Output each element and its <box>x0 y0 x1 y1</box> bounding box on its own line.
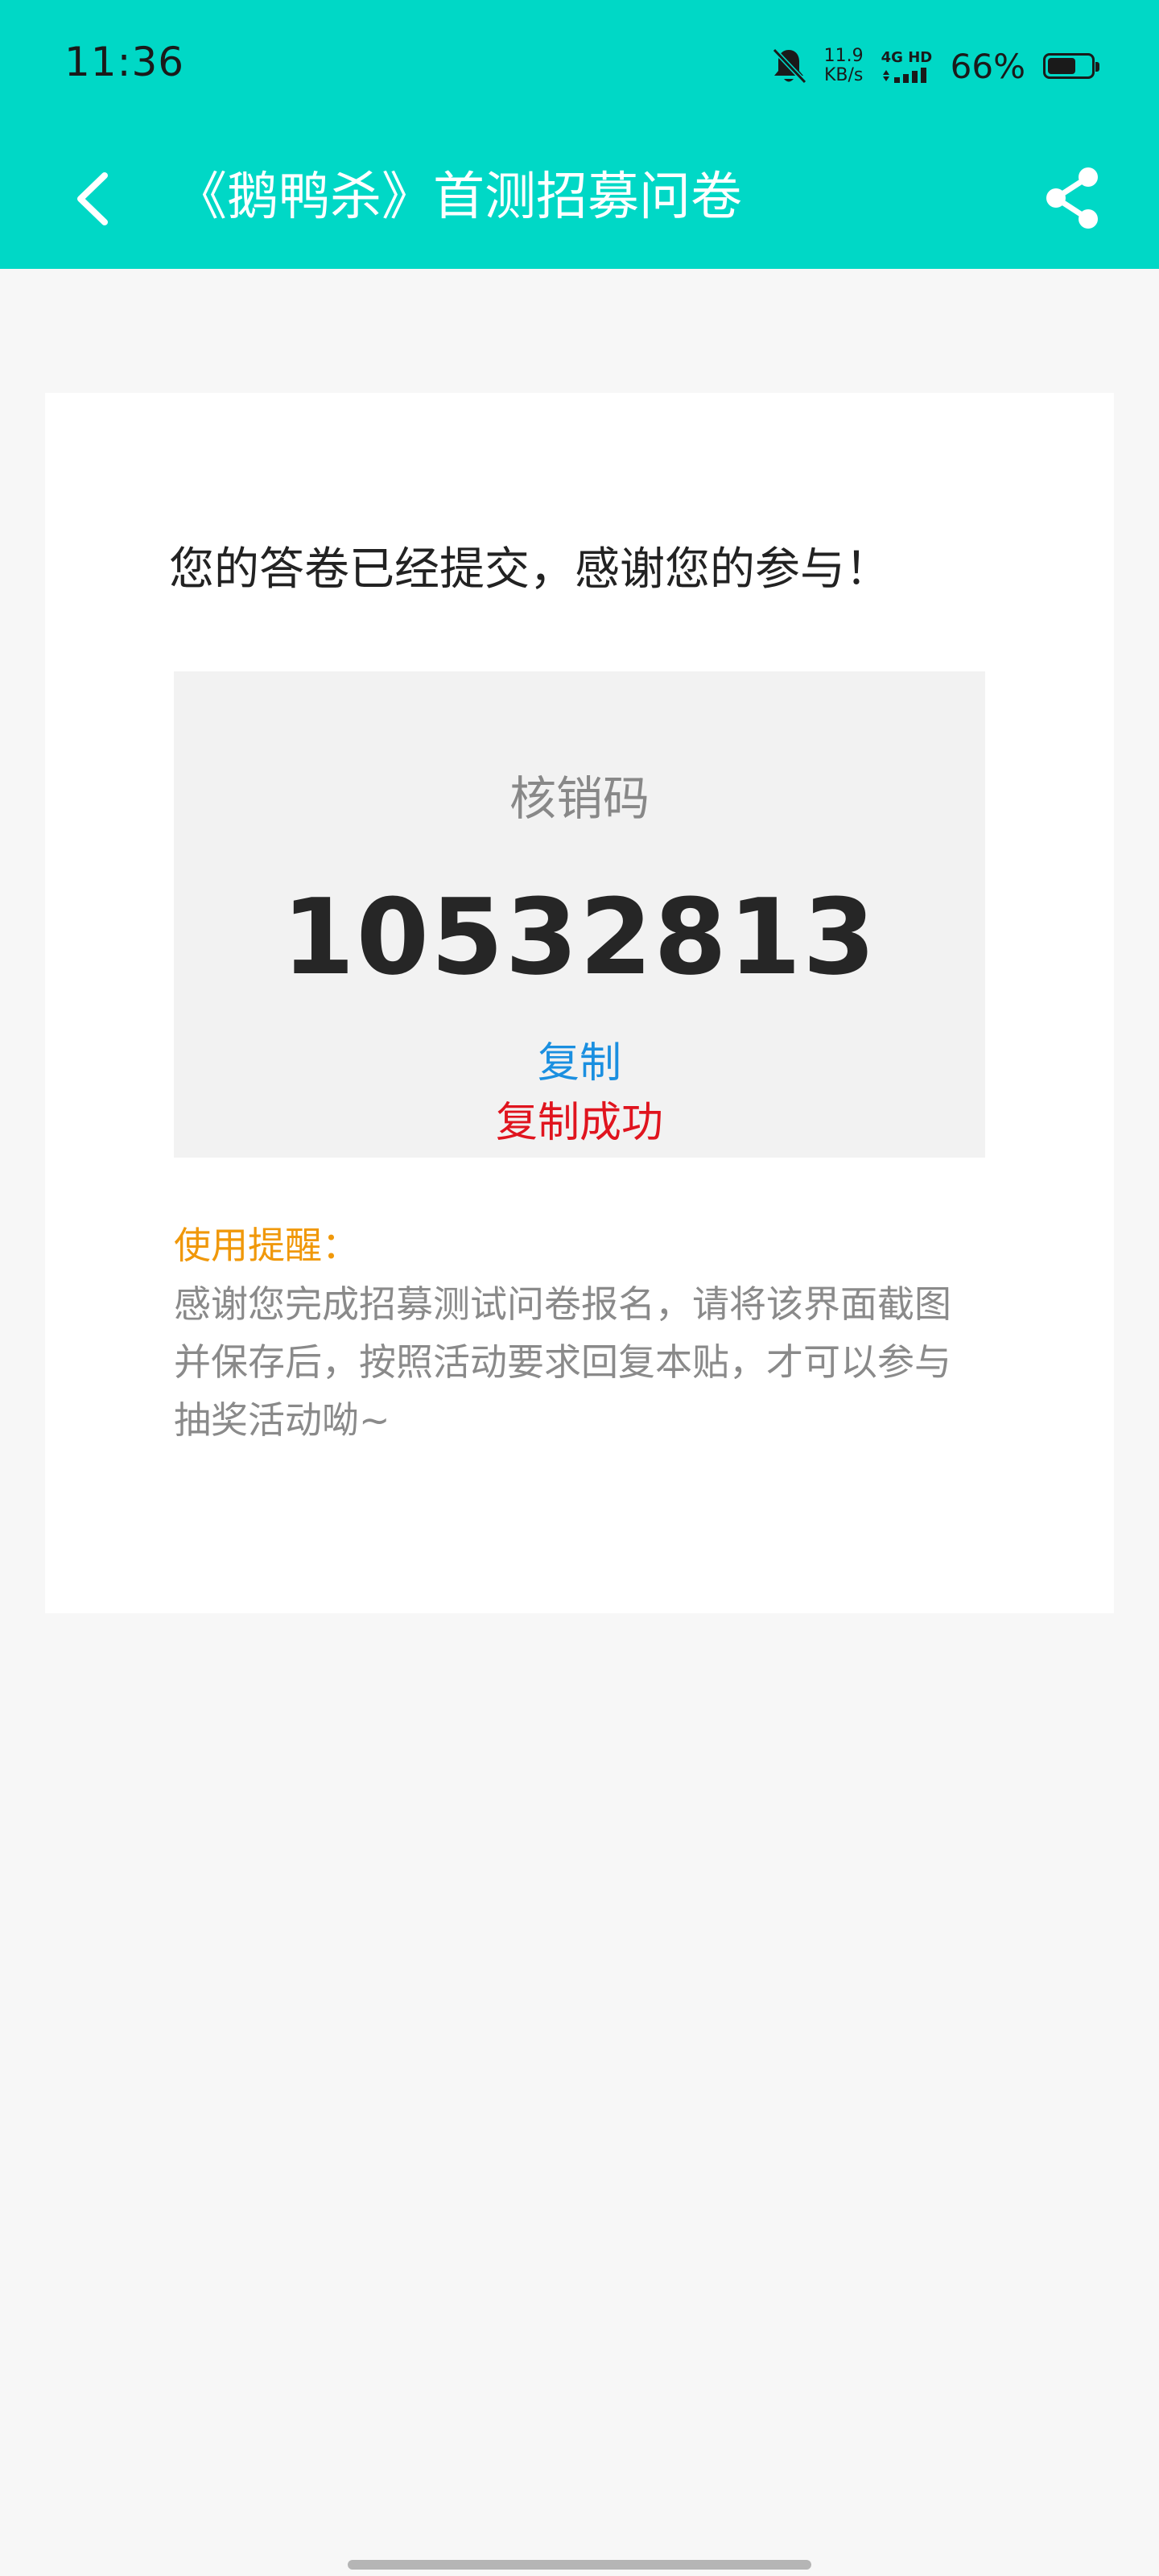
status-time: 11:36 <box>64 39 185 85</box>
submit-success-message: 您的答卷已经提交，感谢您的参与！ <box>169 543 890 596</box>
code-label: 核销码 <box>509 771 650 826</box>
tip-title: 使用提醒： <box>174 1224 359 1267</box>
copy-button[interactable]: 复制 <box>538 1035 621 1092</box>
chevron-left-icon[interactable] <box>56 163 129 235</box>
signal-icon <box>881 67 933 83</box>
battery-icon <box>1043 53 1099 79</box>
app-header: 《鹅鸭杀》首测招募问卷 <box>0 129 1159 269</box>
net-type-label: 4G HD <box>881 49 933 66</box>
net-type: 4G HD <box>881 49 933 83</box>
share-icon[interactable] <box>1033 159 1111 237</box>
code-value: 10532813 <box>282 876 877 998</box>
status-icons: 11.9 KB/s 4G HD 66% <box>771 42 1099 90</box>
mute-bell-icon <box>771 47 806 85</box>
verification-code-box: 核销码 10532813 复制 复制成功 <box>174 671 985 1158</box>
battery-fill <box>1048 58 1075 74</box>
battery-percent: 66% <box>950 46 1025 86</box>
status-bar: 11:36 11.9 KB/s 4G HD 66% <box>0 0 1159 129</box>
copy-success-message: 复制成功 <box>495 1099 663 1147</box>
net-speed-unit: KB/s <box>823 65 864 85</box>
home-indicator[interactable] <box>348 2560 811 2570</box>
net-speed: 11.9 KB/s <box>824 47 864 85</box>
battery-cap <box>1095 62 1099 72</box>
page-title: 《鹅鸭杀》首测招募问卷 <box>175 167 742 227</box>
tip-text: 感谢您完成招募测试问卷报名，请将该界面截图并保存后，按照活动要求回复本贴，才可以… <box>174 1282 951 1442</box>
net-speed-value: 11.9 <box>823 46 864 66</box>
result-card: 您的答卷已经提交，感谢您的参与！ 核销码 10532813 复制 复制成功 使用… <box>45 393 1114 1613</box>
screen: 11:36 11.9 KB/s 4G HD 66% 《鹅鸭杀》首测招募问卷 您的… <box>0 0 1159 2576</box>
